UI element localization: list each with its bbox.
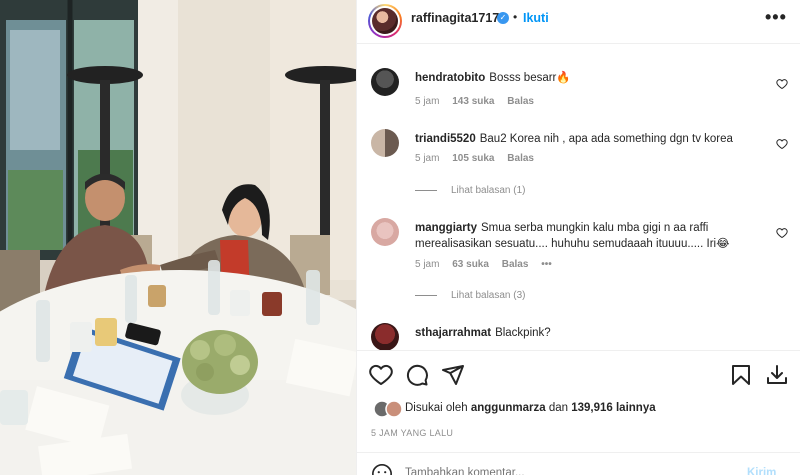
post-comment-button[interactable]: Kirim: [747, 467, 776, 475]
heart-icon[interactable]: [369, 363, 393, 387]
view-replies-label[interactable]: Lihat balasan (3): [451, 290, 526, 301]
comment-avatar[interactable]: [371, 68, 399, 96]
share-icon[interactable]: [441, 363, 465, 387]
comment-input[interactable]: [405, 467, 705, 475]
comment-time: 5 jam: [415, 153, 440, 164]
separator-dot: •: [513, 10, 518, 24]
profile-avatar[interactable]: [368, 4, 402, 38]
comment-meta: 5 jam 143 suka Balas: [415, 96, 544, 107]
comment-likes[interactable]: 63 suka: [452, 259, 489, 270]
comment-heart-icon[interactable]: [776, 138, 788, 150]
more-options-icon[interactable]: •••: [765, 7, 787, 28]
view-replies-label[interactable]: Lihat balasan (1): [451, 185, 526, 196]
comment-options-icon[interactable]: •••: [541, 259, 552, 270]
likes-and: dan: [548, 402, 569, 414]
comment-username[interactable]: hendratobito: [415, 72, 485, 84]
view-replies-button[interactable]: Lihat balasan (1): [415, 185, 526, 196]
post-photo: [0, 0, 356, 475]
follow-button[interactable]: Ikuti: [523, 11, 549, 25]
comment-username[interactable]: sthajarrahmat: [415, 327, 491, 339]
comment-time: 5 jam: [415, 259, 440, 270]
likes-text: Disukai oleh anggunmarza dan 139,916 lai…: [405, 402, 656, 414]
replies-line: [415, 294, 437, 296]
comment-meta: 5 jam 105 suka Balas: [415, 153, 544, 164]
comment-heart-icon[interactable]: [776, 78, 788, 90]
comment-heart-icon[interactable]: [776, 227, 788, 239]
comment-time: 5 jam: [415, 96, 440, 107]
reply-button[interactable]: Balas: [502, 259, 529, 270]
likes-count[interactable]: 139,916 lainnya: [571, 402, 655, 414]
likes-prefix: Disukai oleh: [405, 402, 468, 414]
post-username[interactable]: raffinagita1717: [411, 11, 499, 25]
comment-body: Blackpink?: [495, 327, 551, 339]
post-actions-bar: [357, 350, 800, 396]
comment-text: triandi5520 Bau2 Korea nih , apa ada some…: [415, 131, 755, 147]
post-detail-panel: raffinagita1717 ✓ • Ikuti ••• hendratobi…: [356, 0, 800, 475]
comment-icon[interactable]: [405, 363, 429, 387]
liker-avatars: [373, 400, 403, 418]
comment-body: Bau2 Korea nih , apa ada something dgn t…: [479, 133, 733, 145]
comment-meta: 5 jam 63 suka Balas •••: [415, 259, 562, 270]
download-icon[interactable]: [765, 363, 789, 387]
likes-user[interactable]: anggunmarza: [471, 402, 546, 414]
comment-username[interactable]: triandi5520: [415, 133, 476, 145]
comment-text: sthajarrahmat Blackpink?: [415, 325, 755, 341]
post-header: raffinagita1717 ✓ • Ikuti •••: [357, 0, 800, 44]
comment-username[interactable]: manggiarty: [415, 222, 477, 234]
bookmark-icon[interactable]: [729, 363, 753, 387]
replies-line: [415, 189, 437, 191]
comment-likes[interactable]: 105 suka: [452, 153, 494, 164]
likes-summary: Disukai oleh anggunmarza dan 139,916 lai…: [371, 400, 791, 420]
comment-text: manggiarty Smua serba mungkin kalu mba gi…: [415, 220, 755, 252]
comment-text: hendratobito Bosss besarr🔥: [415, 70, 755, 86]
post-timestamp: 5 JAM YANG LALU: [371, 428, 454, 438]
view-replies-button[interactable]: Lihat balasan (3): [415, 290, 526, 301]
comment-likes[interactable]: 143 suka: [452, 96, 494, 107]
reply-button[interactable]: Balas: [507, 153, 534, 164]
comment-body: Bosss besarr🔥: [489, 72, 571, 84]
reply-button[interactable]: Balas: [507, 96, 534, 107]
comment-avatar[interactable]: [371, 129, 399, 157]
emoji-icon[interactable]: [371, 463, 393, 475]
verified-badge-icon: ✓: [497, 12, 509, 24]
comment-avatar[interactable]: [371, 218, 399, 246]
add-comment-bar: Kirim: [357, 452, 800, 475]
comments-list: hendratobito Bosss besarr🔥 5 jam 143 suka…: [357, 45, 800, 350]
comment-avatar[interactable]: [371, 323, 399, 350]
